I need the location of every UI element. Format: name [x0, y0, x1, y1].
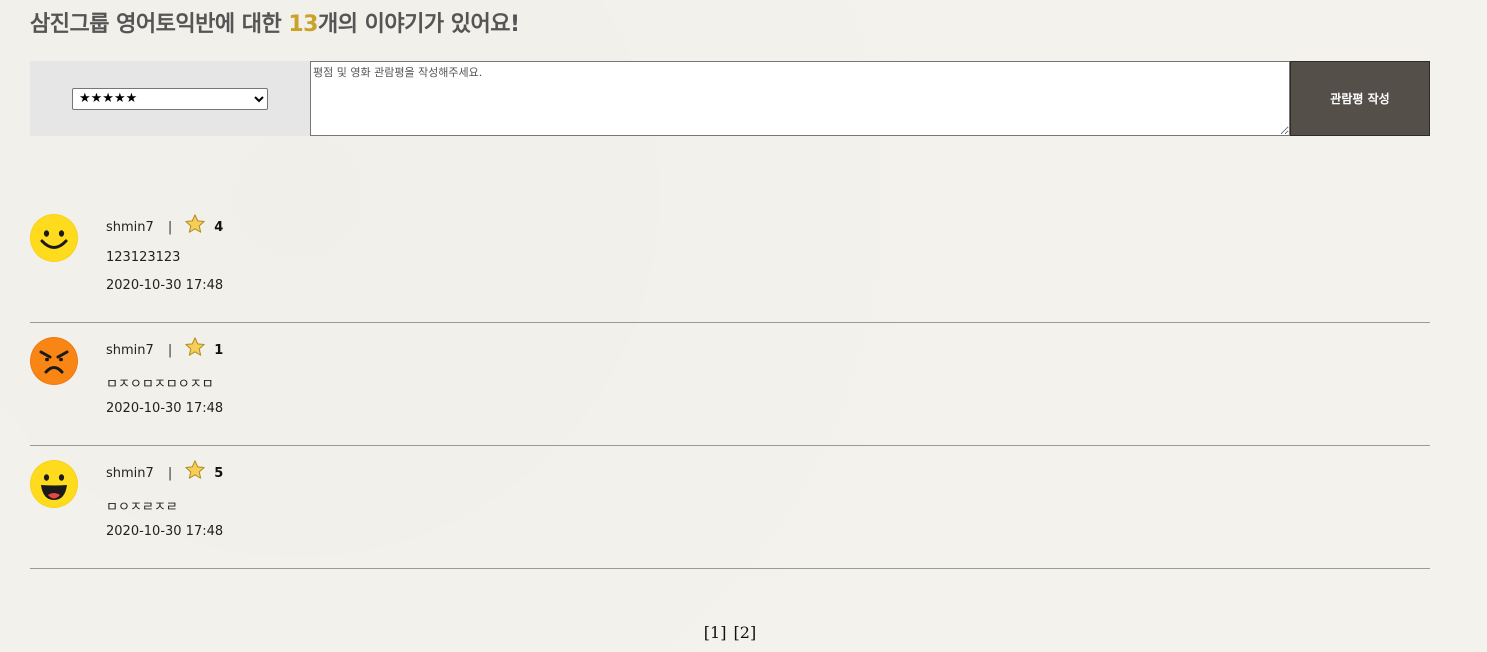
meta-separator: |: [167, 220, 173, 235]
review-meta: shmin7 | 1: [106, 336, 224, 358]
review-date: 2020-10-30 17:48: [106, 401, 224, 416]
page-link-1[interactable]: [1]: [704, 623, 727, 642]
review-textarea[interactable]: [310, 61, 1290, 136]
review-username: shmin7: [106, 220, 154, 235]
submit-review-button[interactable]: 관람평 작성: [1290, 61, 1430, 136]
review-text: 123123123: [106, 250, 181, 265]
review-list: shmin7 | 4 123123123 2020-10-30 17:48 sh…: [30, 200, 1430, 569]
review-text: ㅁㅈㅇㅁㅈㅁㅇㅈㅁ: [106, 377, 214, 392]
title-prefix: 삼진그룹 영어토익반에 대한: [30, 12, 289, 37]
star-icon: [185, 459, 205, 479]
review-score: 1: [214, 343, 224, 358]
rating-box: ★★★★★: [30, 61, 310, 136]
review-score: 5: [214, 466, 224, 481]
laughing-face-icon: [30, 460, 78, 508]
review-score: 4: [214, 220, 224, 235]
page-title: 삼진그룹 영어토익반에 대한 13개의 이야기가 있어요!: [30, 6, 520, 38]
star-icon: [185, 213, 205, 233]
review-form: ★★★★★ 관람평 작성: [30, 61, 1430, 136]
review-meta: shmin7 | 5: [106, 459, 224, 481]
rating-select[interactable]: ★★★★★: [72, 87, 268, 110]
review-item: shmin7 | 5 ㅁㅇㅈㄹㅈㄹ 2020-10-30 17:48: [30, 446, 1430, 569]
smile-face-icon: [30, 214, 78, 262]
review-item: shmin7 | 1 ㅁㅈㅇㅁㅈㅁㅇㅈㅁ 2020-10-30 17:48: [30, 323, 1430, 446]
review-text: ㅁㅇㅈㄹㅈㄹ: [106, 500, 178, 515]
review-username: shmin7: [106, 466, 154, 481]
meta-separator: |: [167, 343, 173, 358]
review-item: shmin7 | 4 123123123 2020-10-30 17:48: [30, 200, 1430, 323]
page: 삼진그룹 영어토익반에 대한 13개의 이야기가 있어요! ★★★★★ 관람평 …: [0, 0, 1487, 652]
page-link-2[interactable]: [2]: [734, 623, 757, 642]
angry-face-icon: [30, 337, 78, 385]
review-date: 2020-10-30 17:48: [106, 524, 224, 539]
pagination: [1] [2]: [0, 623, 1460, 642]
meta-separator: |: [167, 466, 173, 481]
title-suffix: 개의 이야기가 있어요!: [317, 12, 520, 37]
review-meta: shmin7 | 4: [106, 213, 224, 235]
review-username: shmin7: [106, 343, 154, 358]
star-icon: [185, 336, 205, 356]
review-count: 13: [288, 12, 318, 37]
review-date: 2020-10-30 17:48: [106, 278, 224, 293]
